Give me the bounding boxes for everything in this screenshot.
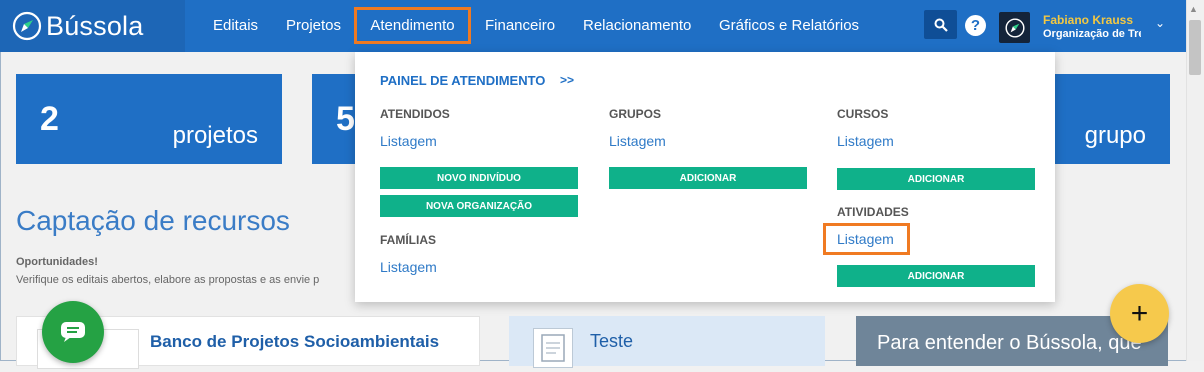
stat-label: projetos	[172, 122, 258, 149]
atividades-heading: ATIVIDADES	[837, 205, 909, 219]
grupos-listagem-link[interactable]: Listagem	[609, 133, 666, 149]
familias-listagem-link[interactable]: Listagem	[380, 259, 437, 275]
add-fab-button[interactable]: +	[1110, 284, 1169, 343]
search-icon	[934, 18, 948, 32]
novo-individuo-button[interactable]: NOVO INDIVÍDUO	[380, 167, 578, 189]
atendimento-dropdown: PAINEL DE ATENDIMENTO >> ATENDIDOS Lista…	[355, 52, 1055, 302]
highlight-box	[823, 223, 910, 255]
plus-icon: +	[1130, 296, 1149, 330]
opportunities-title: Oportunidades!	[16, 256, 98, 268]
chat-bubble-icon	[61, 322, 85, 342]
nova-organizacao-label: NOVA ORGANIZAÇÃO	[425, 200, 533, 212]
chevron-down-icon[interactable]: ⌄	[1155, 16, 1165, 30]
opportunities-description: Verifique os editais abertos, elabore as…	[16, 274, 320, 286]
grupos-heading: GRUPOS	[609, 107, 662, 121]
chat-button[interactable]	[42, 301, 104, 363]
top-navbar: Bússola Editais Projetos Atendimento Fin…	[0, 0, 1186, 52]
brand[interactable]: Bússola	[0, 0, 185, 52]
user-organization[interactable]: Organização de Tre	[1043, 28, 1141, 40]
atividades-adicionar-button[interactable]: ADICIONAR	[837, 265, 1035, 287]
card-title[interactable]: Teste	[590, 331, 633, 352]
scroll-up-arrow-icon[interactable]: ▲	[1189, 4, 1198, 14]
compass-logo-icon	[12, 11, 42, 41]
user-name[interactable]: Fabiano Krauss	[1043, 13, 1133, 27]
section-title: Captação de recursos	[16, 205, 290, 236]
brand-name: Bússola	[46, 11, 144, 41]
atividades-adicionar-label: ADICIONAR	[907, 270, 965, 282]
nova-organizacao-button[interactable]: NOVA ORGANIZAÇÃO	[380, 195, 578, 217]
panel-arrows-link[interactable]: >>	[560, 73, 574, 87]
help-icon[interactable]: ?	[965, 15, 986, 36]
card-teste[interactable]: Teste	[509, 316, 825, 368]
stat-card-projetos[interactable]: 2 projetos	[16, 74, 282, 164]
card-title[interactable]: Banco de Projetos Socioambientais	[150, 333, 439, 350]
scrollbar-thumb[interactable]	[1189, 20, 1201, 75]
stat-label: grupo	[1084, 122, 1146, 149]
avatar[interactable]	[999, 12, 1030, 43]
stat-value: 2	[40, 100, 59, 138]
nav-graficos-relatorios[interactable]: Gráficos e Relatórios	[719, 17, 859, 34]
atendidos-heading: ATENDIDOS	[380, 107, 450, 121]
nav-atendimento[interactable]: Atendimento	[354, 7, 471, 44]
cursos-adicionar-label: ADICIONAR	[907, 173, 965, 185]
search-button[interactable]	[924, 10, 957, 39]
nav-editais[interactable]: Editais	[213, 17, 258, 34]
panel-title-link[interactable]: PAINEL DE ATENDIMENTO	[380, 73, 545, 88]
grupos-adicionar-label: ADICIONAR	[679, 172, 737, 184]
nav-financeiro[interactable]: Financeiro	[485, 17, 555, 34]
atendidos-listagem-link[interactable]: Listagem	[380, 133, 437, 149]
compass-avatar-icon	[1004, 17, 1025, 38]
grupos-adicionar-button[interactable]: ADICIONAR	[609, 167, 807, 189]
document-icon	[533, 328, 573, 368]
nav-relacionamento[interactable]: Relacionamento	[583, 17, 691, 34]
cursos-adicionar-button[interactable]: ADICIONAR	[837, 168, 1035, 190]
nav-projetos[interactable]: Projetos	[286, 17, 341, 34]
nav-atendimento-label: Atendimento	[370, 17, 455, 34]
card-title: Para entender o Bússola, que	[877, 332, 1142, 354]
novo-individuo-label: NOVO INDIVÍDUO	[437, 172, 521, 184]
cursos-heading: CURSOS	[837, 107, 889, 121]
stat-value: 5	[336, 100, 355, 138]
familias-heading: FAMÍLIAS	[380, 233, 436, 247]
cursos-listagem-link[interactable]: Listagem	[837, 133, 894, 149]
